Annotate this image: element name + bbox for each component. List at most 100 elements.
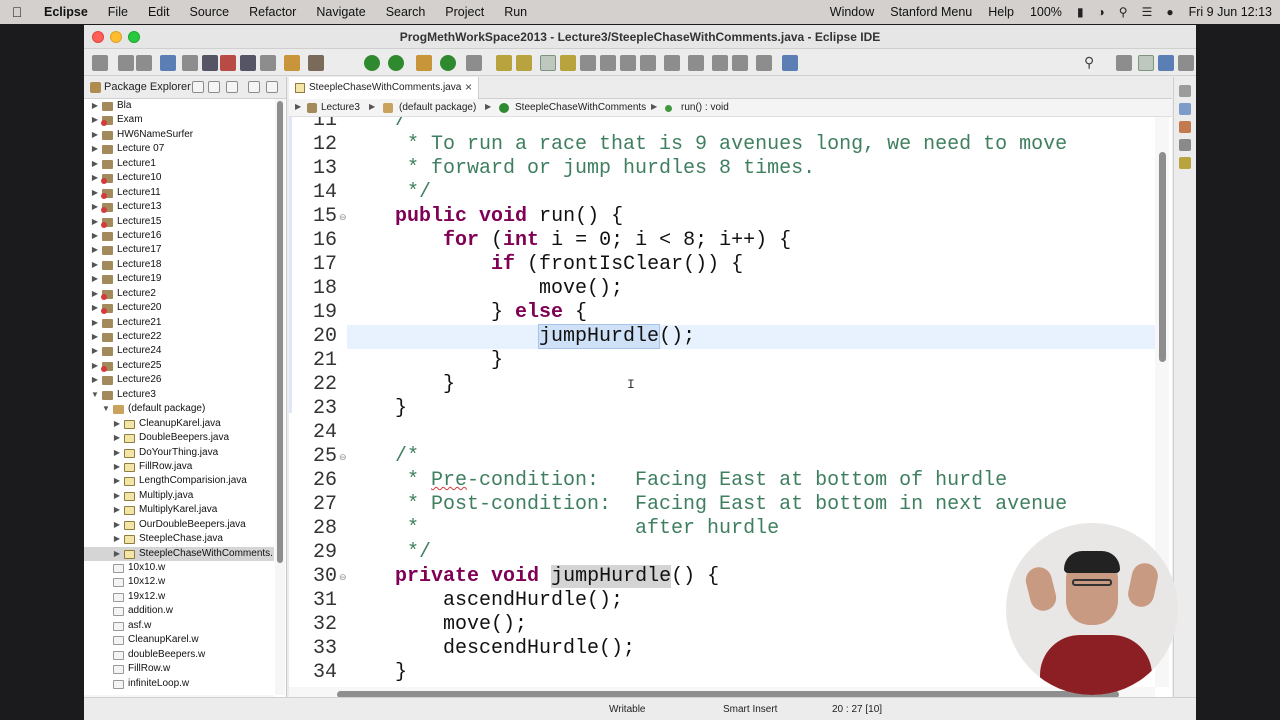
back-dropdown-icon[interactable]: [712, 55, 728, 71]
menu-file[interactable]: File: [98, 5, 138, 19]
tree-item[interactable]: CleanupKarel.w: [84, 633, 274, 647]
menu-window[interactable]: Window: [822, 5, 882, 19]
new-icon[interactable]: [92, 55, 108, 71]
breadcrumb-project[interactable]: Lecture3: [321, 102, 360, 113]
code-line[interactable]: /*: [347, 445, 1155, 469]
code-line[interactable]: * forward or jump hurdles 8 times.: [347, 157, 1155, 181]
code-line[interactable]: move();: [347, 277, 1155, 301]
tree-item[interactable]: ▶ Lecture1: [84, 157, 274, 171]
menu-search[interactable]: Search: [376, 5, 436, 19]
collapsed-chevron-icon[interactable]: ▶: [90, 359, 100, 373]
code-line[interactable]: for (int i = 0; i < 8; i++) {: [347, 229, 1155, 253]
expanded-chevron-icon[interactable]: ▼: [101, 402, 111, 416]
menu-run[interactable]: Run: [494, 5, 537, 19]
skip-breakpoints-icon[interactable]: [182, 55, 198, 71]
control-center-icon[interactable]: ☰: [1135, 5, 1160, 19]
code-line[interactable]: /*: [347, 117, 1155, 133]
tree-item[interactable]: ▶ Bla: [84, 99, 274, 113]
new-java-project-icon[interactable]: [440, 55, 456, 71]
collapsed-chevron-icon[interactable]: ▶: [112, 460, 122, 474]
run-karel-icon[interactable]: [240, 55, 256, 71]
apple-menu-icon[interactable]: : [0, 4, 34, 20]
collapsed-chevron-icon[interactable]: ▶: [112, 518, 122, 532]
code-line[interactable]: jumpHurdle();: [347, 324, 1155, 349]
status-cursor-position[interactable]: 20 : 27 [10]: [832, 704, 882, 715]
save-all-icon[interactable]: [136, 55, 152, 71]
tree-item[interactable]: FillRow.w: [84, 662, 274, 676]
forward-dropdown-icon[interactable]: [756, 55, 772, 71]
siri-icon[interactable]: ●: [1159, 5, 1180, 19]
toggle-highlight-icon[interactable]: [560, 55, 576, 71]
tree-item[interactable]: addition.w: [84, 604, 274, 618]
export-icon[interactable]: [260, 55, 276, 71]
tree-item[interactable]: ▶ SteepleChaseWithComments.: [84, 546, 274, 561]
code-line[interactable]: */: [347, 181, 1155, 205]
tree-item[interactable]: 19x12.w: [84, 590, 274, 604]
tree-item[interactable]: 10x10.w: [84, 561, 274, 575]
previous-annotation-icon[interactable]: [640, 55, 656, 71]
menu-source[interactable]: Source: [179, 5, 239, 19]
collapsed-chevron-icon[interactable]: ▶: [90, 215, 100, 229]
tree-item[interactable]: ▶ Lecture22: [84, 330, 274, 344]
debug-icon[interactable]: [308, 55, 324, 71]
tree-item[interactable]: ▶ CleanupKarel.java: [84, 417, 274, 431]
view-menu-icon[interactable]: [226, 81, 238, 93]
minimize-view-icon[interactable]: [248, 81, 260, 93]
quick-access-search-icon[interactable]: ⚲: [1084, 54, 1094, 71]
collapsed-chevron-icon[interactable]: ▶: [112, 532, 122, 546]
tree-item[interactable]: ▶ HW6NameSurfer: [84, 128, 274, 142]
tree-item[interactable]: ▶ Multiply.java: [84, 489, 274, 503]
tree-item[interactable]: ▶ Lecture20: [84, 301, 274, 315]
close-tab-icon[interactable]: ×: [465, 80, 472, 94]
perspective-more-icon[interactable]: [1178, 55, 1194, 71]
collapsed-chevron-icon[interactable]: ▶: [90, 272, 100, 286]
tree-item[interactable]: ▶ Lecture26: [84, 373, 274, 387]
next-annotation-icon[interactable]: [620, 55, 636, 71]
search-toolbar-icon[interactable]: [516, 55, 532, 71]
collapsed-chevron-icon[interactable]: ▶: [90, 316, 100, 330]
maximize-view-icon[interactable]: [266, 81, 278, 93]
package-explorer-vertical-thumb[interactable]: [277, 101, 283, 563]
outline-icon[interactable]: [1179, 103, 1191, 115]
code-line[interactable]: [347, 421, 1155, 445]
collapsed-chevron-icon[interactable]: ▶: [112, 489, 122, 503]
karel-world-icon[interactable]: [202, 55, 218, 71]
menu-project[interactable]: Project: [435, 5, 494, 19]
collapse-all-icon[interactable]: [192, 81, 204, 93]
code-line[interactable]: } else {: [347, 301, 1155, 325]
tree-item[interactable]: ▶ Lecture21: [84, 316, 274, 330]
tree-item[interactable]: asf.w: [84, 619, 274, 633]
collapsed-chevron-icon[interactable]: ▶: [90, 171, 100, 185]
open-type-icon[interactable]: [496, 55, 512, 71]
code-line[interactable]: * Post-condition: Facing East at bottom …: [347, 493, 1155, 517]
spotlight-search-icon[interactable]: ⚲: [1112, 5, 1135, 19]
collapsed-chevron-icon[interactable]: ▶: [112, 446, 122, 460]
code-line[interactable]: * after hurdle: [347, 517, 1155, 541]
collapsed-chevron-icon[interactable]: ▶: [112, 474, 122, 488]
collapsed-chevron-icon[interactable]: ▶: [90, 229, 100, 243]
collapsed-chevron-icon[interactable]: ▶: [90, 200, 100, 214]
menu-stanford[interactable]: Stanford Menu: [882, 5, 980, 19]
collapsed-chevron-icon[interactable]: ▶: [90, 243, 100, 257]
javadoc-icon[interactable]: [1179, 139, 1191, 151]
problems-icon[interactable]: [1179, 121, 1191, 133]
package-explorer-title[interactable]: Package Explorer: [104, 81, 191, 93]
status-insert-mode[interactable]: Smart Insert: [723, 704, 777, 715]
app-menu[interactable]: Eclipse: [34, 5, 98, 19]
new-class-icon[interactable]: [466, 55, 482, 71]
tree-item[interactable]: ▶ Lecture15: [84, 215, 274, 229]
fold-toggle-icon[interactable]: ⊖: [339, 212, 347, 223]
run-icon[interactable]: [364, 55, 380, 71]
block-selection-icon[interactable]: [580, 55, 596, 71]
tree-item[interactable]: 10x12.w: [84, 575, 274, 589]
collapsed-chevron-icon[interactable]: ▶: [90, 373, 100, 387]
external-tools-icon[interactable]: [416, 55, 432, 71]
menu-navigate[interactable]: Navigate: [306, 5, 375, 19]
tree-item[interactable]: ▶ Lecture11: [84, 186, 274, 200]
back-icon[interactable]: [688, 55, 704, 71]
tree-item[interactable]: ▶ SteepleChase.java: [84, 532, 274, 546]
breadcrumb-package[interactable]: (default package): [399, 102, 476, 113]
menu-edit[interactable]: Edit: [138, 5, 180, 19]
editor-vertical-thumb[interactable]: [1159, 152, 1166, 362]
submit-icon[interactable]: [284, 55, 300, 71]
